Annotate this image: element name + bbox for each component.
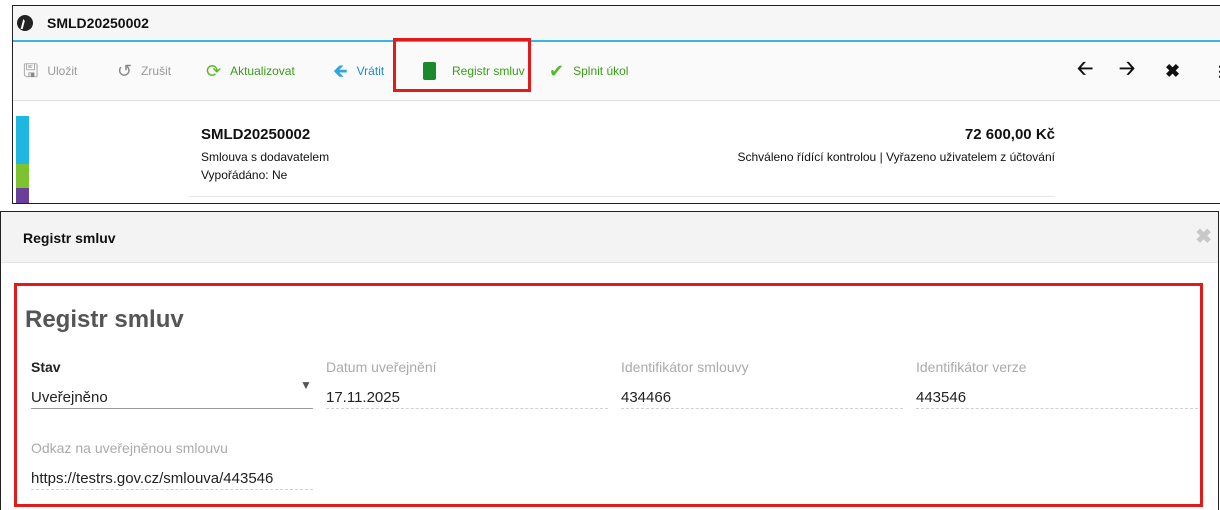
- checkmark-icon: ✔: [549, 61, 565, 81]
- datum-label: Datum uveřejnění: [326, 359, 437, 375]
- record-id: SMLD20250002: [201, 126, 311, 143]
- datum-underline: [326, 408, 608, 409]
- close-icon[interactable]: ✖: [1165, 42, 1180, 100]
- odkaz-label: Odkaz na uveřejněnou smlouvu: [31, 440, 228, 456]
- color-strip: [16, 188, 29, 203]
- dialog-header: Registr smluv ✖: [1, 212, 1218, 263]
- toolbar: 🖫 Uložit ↺ Zrušit ⟳ Aktualizovat 🡸 Vráti…: [13, 42, 1220, 101]
- undo-icon: ↺: [117, 61, 133, 81]
- title-bar: SMLD20250002: [13, 6, 1220, 42]
- color-strip: [16, 164, 29, 188]
- color-strip: [16, 140, 29, 164]
- stav-label: Stav: [31, 359, 61, 375]
- stav-value: Uveřejněno: [31, 389, 108, 406]
- odkaz-field[interactable]: Odkaz na uveřejněnou smlouvu https://tes…: [31, 440, 331, 487]
- close-icon[interactable]: ✖: [1195, 224, 1212, 249]
- cancel-button[interactable]: ↺ Zrušit: [117, 42, 171, 100]
- odkaz-value: https://testrs.gov.cz/smlouva/443546: [31, 470, 274, 487]
- arrow-left-icon: 🡸: [333, 61, 348, 81]
- prev-record-icon[interactable]: 🡠: [1077, 42, 1093, 100]
- dialog-title: Registr smluv: [23, 230, 116, 246]
- stav-underline: [31, 408, 313, 409]
- floppy-icon: 🖫: [23, 61, 39, 81]
- window-title: SMLD20250002: [47, 15, 149, 31]
- id-verze-field[interactable]: Identifikátor verze 443546: [916, 359, 1196, 406]
- app-logo-icon: [17, 15, 33, 31]
- color-strip: [16, 116, 29, 140]
- record-type: Smlouva s dodavatelem: [201, 150, 330, 164]
- record-status: Schváleno řídící kontrolou | Vyřazeno už…: [737, 150, 1055, 164]
- refresh-icon: ⟳: [206, 61, 222, 81]
- id-verze-label: Identifikátor verze: [916, 359, 1027, 375]
- next-record-icon[interactable]: 🡢: [1119, 42, 1135, 100]
- id-verze-underline: [916, 408, 1198, 409]
- record-window: SMLD20250002 🖫 Uložit ↺ Zrušit ⟳ Aktuali…: [12, 5, 1220, 204]
- record-settled: Vypořádáno: Ne: [201, 168, 288, 182]
- form-title: Registr smluv: [25, 306, 184, 333]
- complete-task-button[interactable]: ✔ Splnit úkol: [549, 42, 628, 100]
- stav-field[interactable]: Stav Uveřejněno: [31, 359, 311, 406]
- refresh-button[interactable]: ⟳ Aktualizovat: [206, 42, 295, 100]
- record-amount: 72 600,00 Kč: [964, 126, 1055, 143]
- record-content: SMLD20250002 Smlouva s dodavatelem Vypoř…: [13, 100, 1220, 203]
- id-smlouvy-field[interactable]: Identifikátor smlouvy 434466: [621, 359, 901, 406]
- id-verze-value: 443546: [916, 389, 967, 406]
- datum-value: 17.11.2025: [326, 389, 400, 406]
- odkaz-underline: [31, 489, 313, 490]
- registry-dialog: Registr smluv ✖ Registr smluv Stav Uveře…: [0, 211, 1219, 510]
- save-button[interactable]: 🖫 Uložit: [23, 42, 77, 100]
- record-card: SMLD20250002 Smlouva s dodavatelem Vypoř…: [189, 100, 1055, 197]
- id-smlouvy-underline: [621, 408, 903, 409]
- chevron-down-icon[interactable]: ▼: [300, 378, 312, 392]
- back-button[interactable]: 🡸 Vrátit: [333, 42, 384, 100]
- id-smlouvy-label: Identifikátor smlouvy: [621, 359, 749, 375]
- id-smlouvy-value: 434466: [621, 389, 672, 406]
- registry-button-highlight: [393, 38, 531, 92]
- more-icon[interactable]: ⋮: [1213, 42, 1220, 100]
- datum-field[interactable]: Datum uveřejnění 17.11.2025: [326, 359, 606, 406]
